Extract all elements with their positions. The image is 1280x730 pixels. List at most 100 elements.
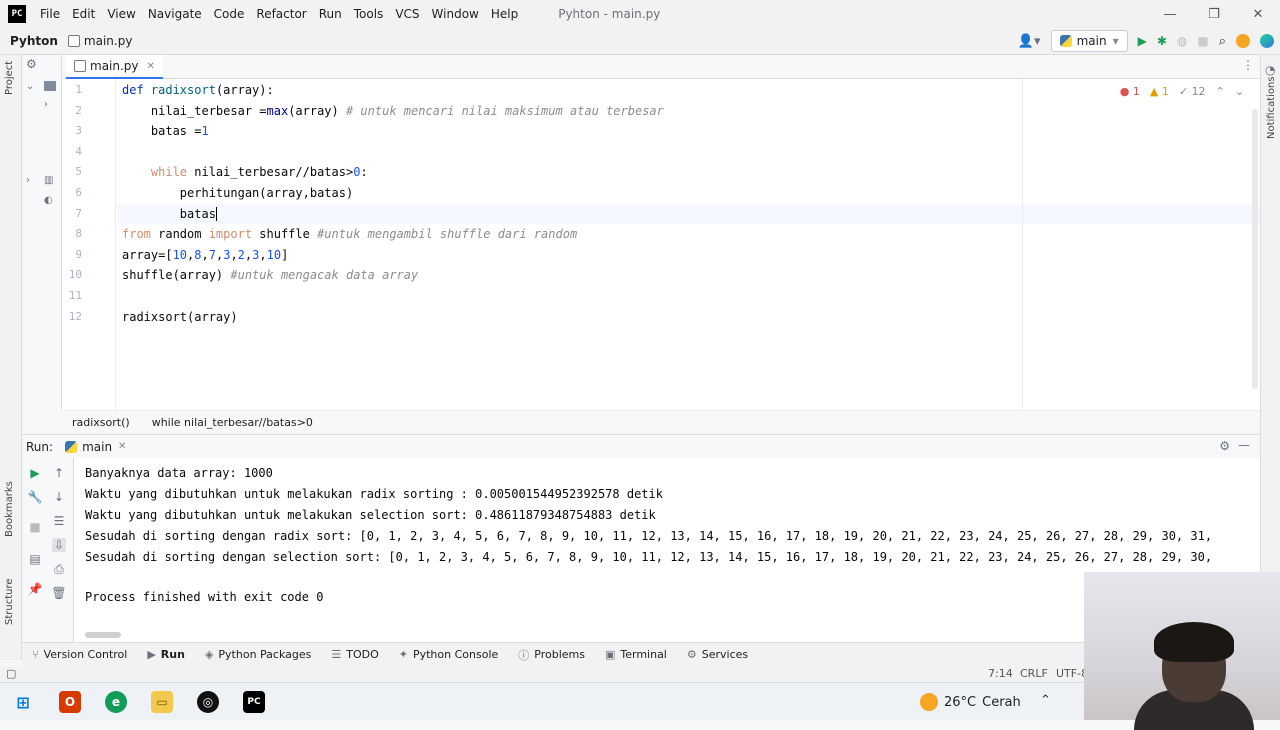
structure-tool-label[interactable]: Structure <box>4 578 15 625</box>
soft-wrap-icon[interactable]: ☰ <box>52 514 66 528</box>
menu-window[interactable]: Window <box>432 7 479 21</box>
code-line[interactable]: from random import shuffle #untuk mengam… <box>122 224 577 244</box>
more-options-icon[interactable]: ⋮ <box>1242 58 1254 72</box>
gear-icon[interactable]: ⚙ <box>1219 439 1230 453</box>
code-line[interactable]: batas =1 <box>122 121 209 141</box>
line-number: 11 <box>68 289 82 302</box>
minimize-button[interactable]: — <box>1148 0 1192 28</box>
tab-problems[interactable]: ⓘ Problems <box>518 647 585 663</box>
layout-icon[interactable]: ▤ <box>28 552 42 566</box>
code-token: ] <box>281 247 289 262</box>
run-tab-main[interactable]: main ✕ <box>65 440 126 454</box>
code-line[interactable]: radixsort(array) <box>122 307 238 327</box>
code-line[interactable]: while nilai_terbesar//batas>0: <box>122 162 368 182</box>
rerun-icon[interactable]: ▶ <box>28 466 42 480</box>
pycharm-logo-icon[interactable]: PC <box>8 5 26 23</box>
stop-icon[interactable]: ■ <box>1197 34 1208 48</box>
tab-label: Python Console <box>412 648 499 661</box>
chevron-up-icon[interactable]: ⌃ <box>1216 85 1225 98</box>
panel-toggle-icon[interactable]: ▢ <box>6 667 16 680</box>
stop-icon[interactable]: ■ <box>28 520 42 534</box>
chevron-right-icon[interactable]: › <box>44 99 48 110</box>
pin-icon[interactable]: 📌 <box>28 582 43 596</box>
windows-start-icon[interactable]: ⊞ <box>12 691 34 713</box>
menu-navigate[interactable]: Navigate <box>148 7 202 21</box>
minimize-panel-icon[interactable]: — <box>1238 438 1250 452</box>
weather-widget[interactable]: 26°C Cerah <box>920 693 1021 711</box>
chevron-up-icon[interactable]: ⌃ <box>1040 693 1051 708</box>
inspection-widget[interactable]: ● 1 ▲ 1 ✓ 12 ⌃ ⌄ <box>1120 85 1244 98</box>
tab-python-console[interactable]: ✦ Python Console <box>399 648 499 661</box>
bookmarks-tool-label[interactable]: Bookmarks <box>4 481 15 537</box>
code-line[interactable]: shuffle(array) #untuk mengacak data arra… <box>122 265 418 285</box>
close-tab-icon[interactable]: ✕ <box>118 441 126 452</box>
code-line[interactable]: batas <box>122 204 217 224</box>
chevron-down-icon[interactable]: ⌄ <box>26 81 34 92</box>
menu-tools[interactable]: Tools <box>354 7 384 21</box>
code-line[interactable]: def radixsort(array): <box>122 80 274 100</box>
run-console[interactable]: Banyaknya data array: 1000 Waktu yang di… <box>74 458 1260 642</box>
coverage-icon[interactable]: ◍ <box>1177 34 1187 48</box>
print-icon[interactable]: ⎙ <box>52 562 66 576</box>
file-explorer-icon[interactable]: ▭ <box>151 691 173 713</box>
update-icon[interactable] <box>1236 34 1250 48</box>
tab-services[interactable]: ⚙ Services <box>687 648 748 661</box>
office-icon[interactable]: O <box>59 691 81 713</box>
tab-run[interactable]: ▶ Run <box>147 648 185 661</box>
menu-file[interactable]: File <box>40 7 60 21</box>
obs-icon[interactable]: ◎ <box>197 691 219 713</box>
trash-icon[interactable]: 🗑 <box>51 586 66 600</box>
python-file-icon <box>67 35 80 47</box>
run-config-selector[interactable]: main ▾ <box>1050 30 1128 52</box>
debug-icon[interactable]: ✱ <box>1157 34 1167 48</box>
edge-browser-icon[interactable]: e <box>105 691 127 713</box>
weak-warning-count: ✓ 12 <box>1178 85 1206 98</box>
arrow-down-icon[interactable]: ↓ <box>52 490 66 504</box>
arrow-up-icon[interactable]: ↑ <box>52 466 66 480</box>
line-separator[interactable]: CRLF <box>1020 667 1048 680</box>
run-side-toolbar: ▶ ↑ 🔧 ↓ ■ ☰ ▤ ⇩ 📌 ⎙ 🗑 <box>22 458 74 642</box>
code-editor[interactable]: ● 1 ▲ 1 ✓ 12 ⌃ ⌄ 1 def radixsort(array): 2… <box>62 79 1260 410</box>
nav-project[interactable]: Pyhton <box>10 34 58 48</box>
caret-position[interactable]: 7:14 <box>988 667 1013 680</box>
code-token: nilai_terbesar//batas> <box>194 165 354 180</box>
bell-icon[interactable]: ◔ <box>1265 63 1275 77</box>
menu-view[interactable]: View <box>107 7 135 21</box>
editor-scrollbar[interactable] <box>1252 109 1258 389</box>
user-icon[interactable]: 👤▾ <box>1018 34 1041 49</box>
nav-toolbar: 👤▾ main ▾ ▶ ✱ ◍ ■ ⌕ <box>1018 30 1274 52</box>
run-icon[interactable]: ▶ <box>1138 34 1147 48</box>
tab-terminal[interactable]: ▣ Terminal <box>605 648 667 661</box>
menu-vcs[interactable]: VCS <box>395 7 419 21</box>
chevron-down-icon[interactable]: ⌄ <box>1235 85 1244 98</box>
close-button[interactable]: ✕ <box>1236 0 1280 28</box>
tab-todo[interactable]: ☰ TODO <box>331 648 378 661</box>
search-icon[interactable]: ⌕ <box>1219 34 1226 49</box>
menu-refactor[interactable]: Refactor <box>256 7 306 21</box>
project-tool-label[interactable]: Project <box>4 61 15 95</box>
breadcrumb-function[interactable]: radixsort() <box>72 416 130 429</box>
settings-logo-icon[interactable] <box>1260 34 1274 48</box>
notifications-tool-label[interactable]: Notifications <box>1266 76 1277 139</box>
chevron-right-icon[interactable]: › <box>26 175 30 186</box>
menu-code[interactable]: Code <box>214 7 245 21</box>
scroll-to-end-icon[interactable]: ⇩ <box>52 538 66 552</box>
nav-file[interactable]: main.py <box>67 34 132 48</box>
code-line[interactable]: nilai_terbesar =max(array) # untuk menca… <box>122 101 664 121</box>
menu-help[interactable]: Help <box>491 7 518 21</box>
tab-python-packages[interactable]: ◈ Python Packages <box>205 648 311 661</box>
tab-main-py[interactable]: main.py ✕ <box>66 55 163 79</box>
breadcrumb-while[interactable]: while nilai_terbesar//batas>0 <box>152 416 313 429</box>
gear-icon[interactable]: ⚙ <box>26 57 37 71</box>
code-line[interactable]: array=[10,8,7,3,2,3,10] <box>122 245 288 265</box>
pycharm-taskbar-icon[interactable]: PC <box>243 691 265 713</box>
maximize-button[interactable]: ❐ <box>1192 0 1236 28</box>
code-line[interactable]: perhitungan(array,batas) <box>122 183 353 203</box>
window-controls: — ❐ ✕ <box>1148 0 1280 28</box>
close-tab-icon[interactable]: ✕ <box>147 61 155 72</box>
console-scrollbar[interactable] <box>85 632 121 638</box>
menu-run[interactable]: Run <box>319 7 342 21</box>
wrench-icon[interactable]: 🔧 <box>28 490 43 504</box>
tab-version-control[interactable]: ⑂ Version Control <box>32 648 127 661</box>
menu-edit[interactable]: Edit <box>72 7 95 21</box>
